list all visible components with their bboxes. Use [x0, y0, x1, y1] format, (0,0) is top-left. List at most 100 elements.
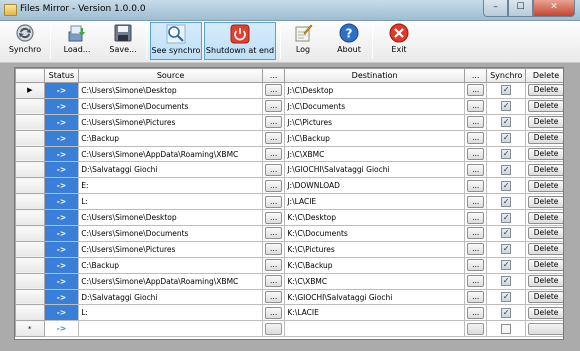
browse-destination-button[interactable]: ... — [466, 84, 485, 97]
table-row[interactable]: ▶ -> C:\Users\Simone\Desktop... J:\C\Deskto… — [15, 82, 563, 99]
source-cell[interactable]: C:\Users\Simone\Pictures — [78, 240, 263, 258]
synchro-checkbox[interactable]: ✓ — [501, 276, 512, 287]
destination-cell[interactable]: J:\GIOCHI\Salvataggi Giochi — [284, 161, 465, 179]
delete-row-button[interactable]: Delete — [528, 195, 563, 208]
browse-source-button[interactable]: ... — [264, 259, 283, 272]
delete-row-button[interactable]: Delete — [528, 259, 563, 272]
column-header-destination[interactable]: Destination — [284, 68, 465, 83]
browse-source-button[interactable]: ... — [264, 163, 283, 176]
row-header[interactable] — [15, 240, 45, 258]
destination-cell[interactable]: K:\C\Documents — [284, 225, 465, 242]
browse-source-button[interactable]: ... — [264, 116, 283, 129]
source-cell[interactable]: D:\Salvataggi Giochi — [78, 161, 263, 179]
row-header[interactable] — [15, 256, 45, 274]
source-cell[interactable]: E: — [78, 177, 263, 195]
browse-source-button[interactable]: ... — [264, 148, 283, 160]
browse-destination-button[interactable]: ... — [466, 116, 485, 129]
browse-source-button[interactable]: ... — [264, 291, 283, 304]
table-row[interactable]: -> C:\Users\Simone\AppData\Roaming\XBMC..… — [15, 145, 563, 163]
source-cell[interactable]: C:\Users\Simone\Desktop — [78, 209, 263, 227]
destination-cell[interactable]: J:\C\Backup — [284, 129, 465, 147]
load-button[interactable]: Load... — [58, 22, 96, 60]
source-cell[interactable]: C:\Users\Simone\Desktop — [78, 82, 263, 99]
browse-destination-button[interactable]: ... — [466, 100, 485, 113]
synchro-checkbox[interactable]: ✓ — [501, 196, 512, 207]
row-header[interactable] — [15, 209, 45, 227]
synchro-checkbox[interactable]: ✓ — [501, 228, 512, 239]
delete-row-button[interactable]: Delete — [528, 132, 563, 145]
synchro-checkbox[interactable]: ✓ — [501, 85, 512, 96]
table-row[interactable]: -> C:\Backup... J:\C\Backup... ✓ Delete — [15, 129, 563, 147]
destination-cell[interactable]: K:\C\Pictures — [284, 240, 465, 258]
browse-source-button[interactable]: ... — [264, 84, 283, 97]
table-row[interactable]: -> C:\Users\Simone\Documents... J:\C\Docum… — [15, 97, 563, 115]
browse-source-button[interactable]: ... — [264, 275, 283, 288]
table-row[interactable]: -> L:... K:\LACIE... ✓ Delete — [15, 304, 563, 322]
browse-source-button[interactable]: ... — [264, 306, 283, 319]
browse-destination-button[interactable]: ... — [466, 148, 485, 160]
about-button[interactable]: ? About — [334, 22, 364, 60]
delete-row-button[interactable]: Delete — [528, 227, 563, 240]
table-row[interactable]: -> E:... J:\DOWNLOAD... ✓ Delete — [15, 177, 563, 195]
browse-destination-button[interactable]: ... — [466, 211, 485, 224]
delete-row-button[interactable]: Delete — [528, 243, 563, 256]
source-cell[interactable]: C:\Users\Simone\AppData\Roaming\XBMC — [78, 145, 263, 163]
delete-row-button[interactable]: Delete — [528, 306, 563, 319]
browse-destination-button[interactable]: ... — [466, 259, 485, 272]
browse-destination-button[interactable]: ... — [466, 275, 485, 288]
synchro-button[interactable]: Synchro — [6, 22, 44, 60]
browse-source-button[interactable]: ... — [264, 243, 283, 256]
row-header[interactable] — [15, 304, 45, 322]
column-header-source[interactable]: Source — [78, 68, 263, 83]
destination-cell[interactable]: K:\C\Backup — [284, 256, 465, 274]
table-row[interactable]: -> C:\Users\Simone\Pictures... K:\C\Pictur… — [15, 240, 563, 258]
row-header[interactable] — [15, 113, 45, 131]
browse-source-button[interactable]: ... — [264, 227, 283, 240]
row-header[interactable] — [15, 129, 45, 147]
table-row[interactable]: -> L:... J:\LACIE... ✓ Delete — [15, 193, 563, 211]
new-row-browse-destination-button[interactable] — [466, 322, 485, 335]
log-button[interactable]: Log — [288, 22, 318, 60]
browse-destination-button[interactable]: ... — [466, 227, 485, 240]
minimize-button[interactable]: – — [483, 0, 508, 17]
delete-row-button[interactable]: Delete — [528, 100, 563, 113]
source-cell[interactable]: C:\Backup — [78, 256, 263, 274]
browse-source-button[interactable]: ... — [264, 195, 283, 208]
destination-cell[interactable]: J:\C\Documents — [284, 97, 465, 115]
delete-row-button[interactable]: Delete — [528, 116, 563, 129]
synchro-checkbox[interactable]: ✓ — [501, 180, 512, 191]
row-header[interactable]: ▶ — [15, 82, 45, 99]
table-row[interactable]: -> C:\Users\Simone\Pictures... J:\C\Pictur… — [15, 113, 563, 131]
source-cell[interactable]: C:\Users\Simone\Documents — [78, 225, 263, 242]
row-header[interactable] — [15, 272, 45, 290]
source-cell[interactable]: C:\Backup — [78, 129, 263, 147]
browse-source-button[interactable]: ... — [264, 211, 283, 224]
row-header[interactable] — [15, 97, 45, 115]
row-header[interactable] — [15, 177, 45, 195]
synchro-checkbox[interactable]: ✓ — [501, 212, 512, 223]
save-button[interactable]: Save... — [106, 22, 140, 60]
column-header-status[interactable]: Status — [43, 68, 80, 83]
close-button[interactable]: ✕ — [533, 0, 575, 17]
synchro-checkbox[interactable]: ✓ — [501, 101, 512, 112]
destination-cell[interactable]: K:\GIOCHI\Salvataggi Giochi — [284, 288, 465, 306]
table-row[interactable]: -> D:\Salvataggi Giochi... J:\GIOCHI\Salva… — [15, 161, 563, 179]
row-header[interactable] — [15, 225, 45, 242]
column-header-delete[interactable]: Delete — [525, 68, 563, 83]
browse-destination-button[interactable]: ... — [466, 291, 485, 304]
row-header[interactable] — [15, 288, 45, 306]
delete-row-button[interactable]: Delete — [528, 179, 563, 192]
row-header[interactable] — [15, 193, 45, 211]
synchro-checkbox[interactable]: ✓ — [501, 164, 512, 175]
delete-row-button[interactable]: Delete — [528, 291, 563, 304]
browse-destination-button[interactable]: ... — [466, 243, 485, 256]
delete-row-button[interactable]: Delete — [528, 148, 563, 160]
browse-destination-button[interactable]: ... — [466, 195, 485, 208]
destination-cell[interactable]: J:\C\XBMC — [284, 145, 465, 163]
new-row-browse-source-button[interactable] — [264, 322, 283, 335]
column-header-browse-source[interactable]: ... — [261, 68, 286, 83]
delete-row-button[interactable]: Delete — [528, 163, 563, 176]
browse-destination-button[interactable]: ... — [466, 163, 485, 176]
destination-cell[interactable]: K:\C\Desktop — [284, 209, 465, 227]
source-cell[interactable]: C:\Users\Simone\Documents — [78, 97, 263, 115]
